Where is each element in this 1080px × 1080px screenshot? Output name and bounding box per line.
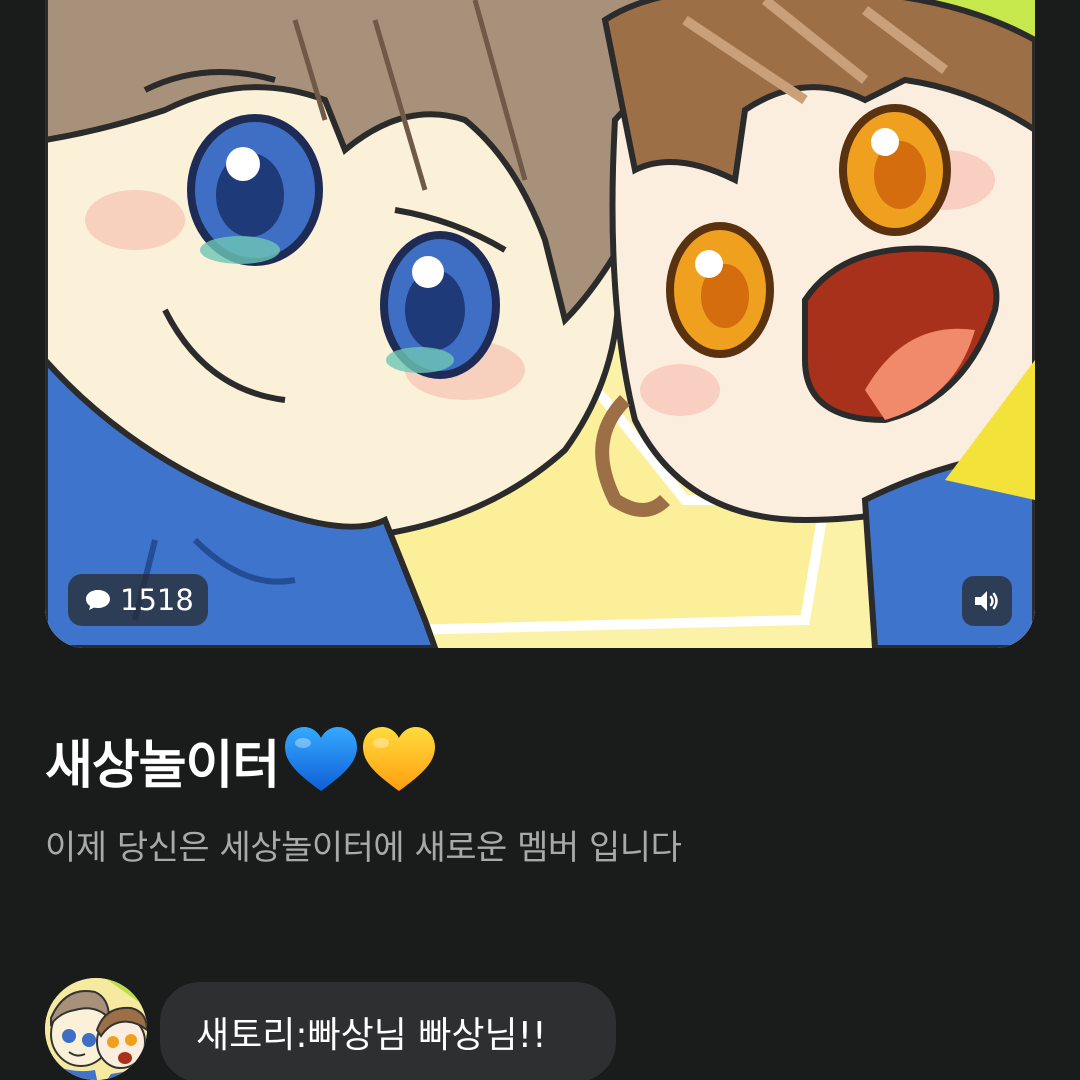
video-thumbnail[interactable]: 1518 (45, 0, 1035, 648)
comment-count: 1518 (120, 583, 194, 617)
cartoon-illustration (45, 0, 1035, 648)
post-subtitle: 이제 당신은 세상놀이터에 새로운 멤버 입니다 (45, 828, 682, 868)
avatar[interactable] (45, 978, 147, 1080)
yellow-heart-emoji (363, 727, 436, 791)
speaker-volume-icon (975, 591, 998, 611)
post-title: 새상놀이터 (45, 720, 437, 800)
page: 1518 새상놀이터 이제 당신은 세상놀이터에 새로운 멤버 입니다 새토리:… (0, 0, 1080, 1080)
comment-count-badge[interactable]: 1518 (68, 574, 208, 626)
comment-bubble[interactable]: 새토리:빠상님 빠상님!! (160, 982, 616, 1080)
avatar-image (45, 978, 147, 1080)
sound-toggle-button[interactable] (962, 576, 1012, 626)
title-hearts (283, 725, 437, 795)
post-title-text: 새상놀이터 (45, 735, 280, 796)
comment-text: 새토리:빠상님 빠상님!! (196, 1015, 547, 1056)
blue-heart-emoji (285, 727, 358, 791)
speech-bubble-icon (86, 590, 110, 610)
